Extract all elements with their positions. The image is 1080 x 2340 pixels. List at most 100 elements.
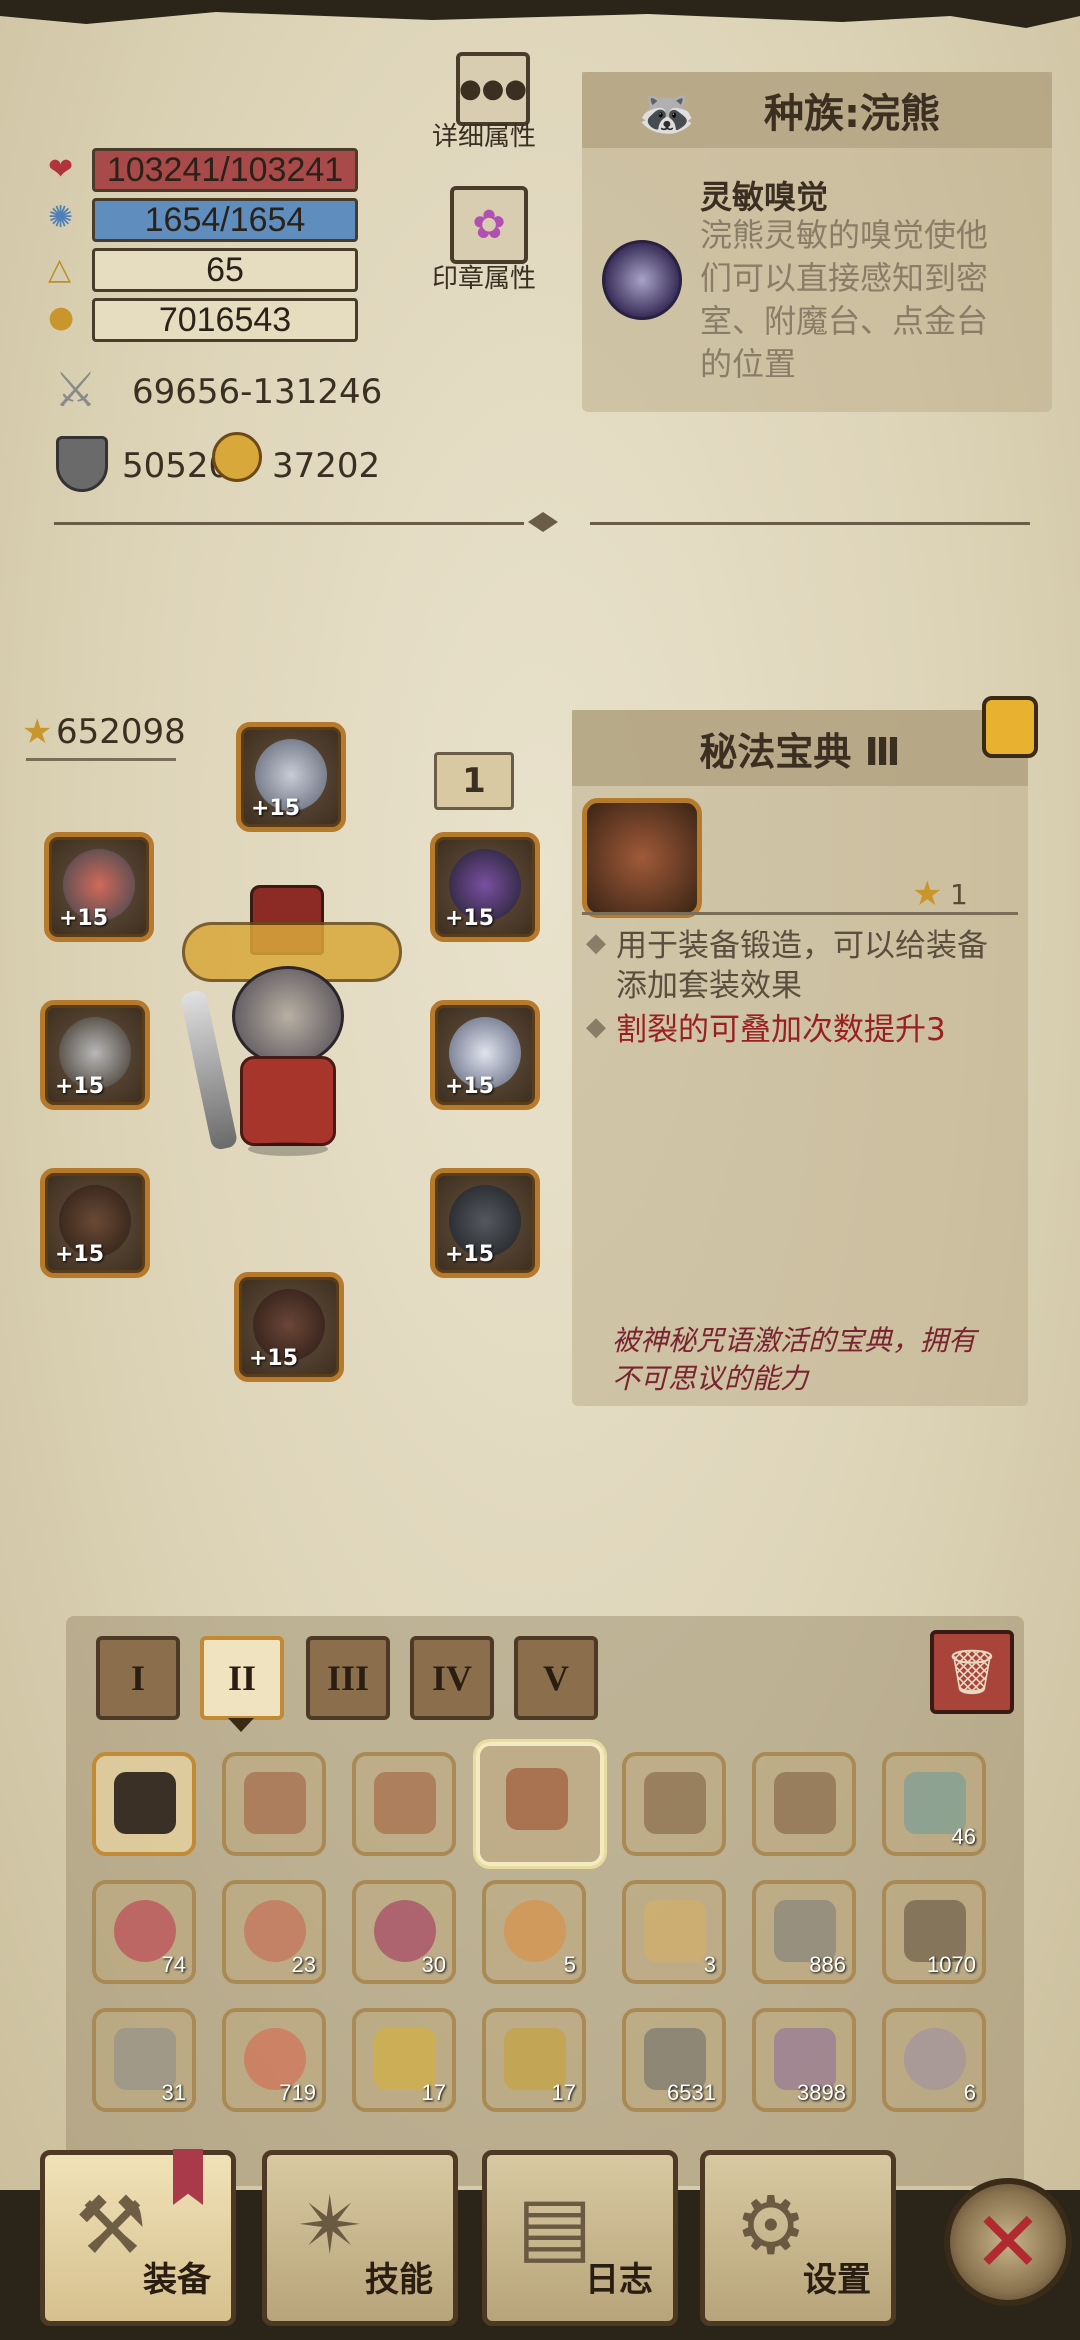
star-icon: ★	[22, 712, 53, 752]
locked-codex-icon	[374, 1772, 436, 1834]
swords-icon: ⚔	[54, 362, 98, 418]
set-count-tag: 1	[434, 752, 514, 810]
hp-value: 103241/103241	[106, 150, 344, 189]
item-count: 886	[809, 1952, 846, 1977]
arcane-codex-icon	[582, 798, 702, 918]
upgrade-level: +15	[59, 906, 109, 931]
inventory-slot[interactable]	[352, 1752, 456, 1856]
item-star-count: 1	[950, 878, 968, 911]
divider-right	[590, 522, 1030, 525]
inventory-slot[interactable]: 886	[752, 1880, 856, 1984]
equip-slot-ring[interactable]: +15	[44, 832, 154, 942]
tier-tab-5[interactable]: V	[514, 1636, 598, 1720]
inventory-slot[interactable]	[222, 1752, 326, 1856]
divider-left	[54, 522, 524, 525]
raccoon-icon: 🦝	[638, 86, 696, 140]
nav-settings-button[interactable]: ⚙ 设置	[700, 2150, 896, 2326]
nav-skill-button[interactable]: ✴ 技能	[262, 2150, 458, 2326]
set-count-value: 1	[462, 761, 486, 801]
item-count: 46	[951, 1824, 976, 1849]
item-count: 17	[421, 2080, 446, 2105]
skill-description: 浣熊灵敏的嗅觉使他们可以直接感知到密室、附魔台、点金台的位置	[700, 216, 989, 383]
inventory-slot[interactable]: 6	[882, 2008, 986, 2112]
item-count: 3	[703, 1952, 716, 1977]
heart-icon: ❤	[48, 152, 74, 187]
inventory-slot[interactable]	[622, 1752, 726, 1856]
inventory-slot[interactable]: 17	[482, 2008, 586, 2112]
fire-flask-icon	[504, 1900, 566, 1962]
equip-slot-amulet[interactable]: +15	[430, 832, 540, 942]
upgrade-level: +15	[55, 1074, 105, 1099]
mp-value: 1654/1654	[144, 200, 306, 239]
tier-tab-2[interactable]: II	[200, 1636, 284, 1720]
item-count: 31	[161, 2080, 186, 2105]
item-count: 74	[161, 1952, 186, 1977]
item-count: 5	[563, 1952, 576, 1977]
inventory-slot-forge[interactable]	[92, 1752, 196, 1856]
tier-tab-4[interactable]: IV	[410, 1636, 494, 1720]
item-bonus: 割裂的可叠加次数提升3	[616, 1012, 946, 1048]
magic-value: 37202	[272, 446, 381, 486]
journal-icon: ▤	[517, 2179, 593, 2272]
bullet-diamond-icon: ◆	[586, 1012, 606, 1042]
race-panel: 🦝 种族:浣熊 灵敏嗅觉 浣熊灵敏的嗅觉使他们可以直接感知到密室、附魔台、点金台…	[582, 72, 1052, 412]
inventory-slot[interactable]: 3898	[752, 2008, 856, 2112]
dots-icon: ●●●	[458, 74, 528, 104]
equip-slot-chest[interactable]: +15	[234, 1272, 344, 1382]
inventory-slot[interactable]: 719	[222, 2008, 326, 2112]
inventory-slot[interactable]: 5	[482, 1880, 586, 1984]
bookmark-icon	[173, 2149, 203, 2205]
scroll-icon	[644, 1900, 706, 1962]
race-title: 种族:浣熊	[764, 91, 940, 137]
inventory-slot[interactable]: 17	[352, 2008, 456, 2112]
level-icon: △	[48, 252, 72, 287]
item-count: 719	[279, 2080, 316, 2105]
character-shadow	[248, 1142, 328, 1156]
equip-slot-helmet[interactable]: +15	[236, 722, 346, 832]
item-star-icon: ★	[912, 874, 943, 914]
tier-label: I	[130, 1658, 145, 1698]
item-header: 秘法宝典 Ⅲ	[572, 710, 1028, 786]
equip-slot-gloves[interactable]: +15	[40, 1168, 150, 1278]
inventory-slot-selected[interactable]	[476, 1742, 604, 1866]
equip-slot-shoulder[interactable]: +15	[430, 1000, 540, 1110]
equip-slot-weapon[interactable]: +15	[40, 1000, 150, 1110]
upgrade-level: +15	[55, 1242, 105, 1267]
character-head	[232, 966, 344, 1066]
nav-equip-label: 装备	[143, 2260, 211, 2300]
power-underline	[26, 758, 176, 761]
inventory-slot[interactable]: 46	[882, 1752, 986, 1856]
nav-settings-label: 设置	[803, 2260, 871, 2300]
item-divider	[582, 912, 1018, 915]
upgrade-level: +15	[445, 1074, 495, 1099]
close-button[interactable]: ✕	[944, 2178, 1072, 2306]
item-count: 6531	[667, 2080, 716, 2105]
tier-label: III	[326, 1658, 370, 1698]
mp-bar: 1654/1654	[92, 198, 358, 242]
inventory-slot[interactable]	[752, 1752, 856, 1856]
shield-icon	[56, 436, 108, 492]
lock-icon[interactable]	[982, 696, 1038, 758]
inventory-slot[interactable]: 3	[622, 1880, 726, 1984]
hp-bar: 103241/103241	[92, 148, 358, 192]
inventory-slot[interactable]: 31	[92, 2008, 196, 2112]
upgrade-level: +15	[251, 796, 301, 821]
tier-tab-3[interactable]: III	[306, 1636, 390, 1720]
inventory-slot[interactable]: 30	[352, 1880, 456, 1984]
nav-log-button[interactable]: ▤ 日志	[482, 2150, 678, 2326]
nav-equip-button[interactable]: ⚒ 装备	[40, 2149, 236, 2326]
skill-name: 灵敏嗅觉	[700, 178, 829, 216]
inventory-slot[interactable]: 23	[222, 1880, 326, 1984]
item-count: 6	[963, 2080, 976, 2105]
tier-tab-1[interactable]: I	[96, 1636, 180, 1720]
power-value: 652098	[56, 712, 186, 752]
inventory-slot[interactable]: 74	[92, 1880, 196, 1984]
inventory-slot[interactable]: 6531	[622, 2008, 726, 2112]
equip-slot-legs[interactable]: +15	[430, 1168, 540, 1278]
item-count: 1070	[927, 1952, 976, 1977]
race-header: 🦝 种族:浣熊	[582, 72, 1052, 148]
detail-attributes-button[interactable]: ●●●	[456, 52, 530, 126]
seal-attributes-button[interactable]: ✿	[450, 186, 528, 264]
inventory-slot[interactable]: 1070	[882, 1880, 986, 1984]
trash-button[interactable]: 🗑	[930, 1630, 1014, 1714]
